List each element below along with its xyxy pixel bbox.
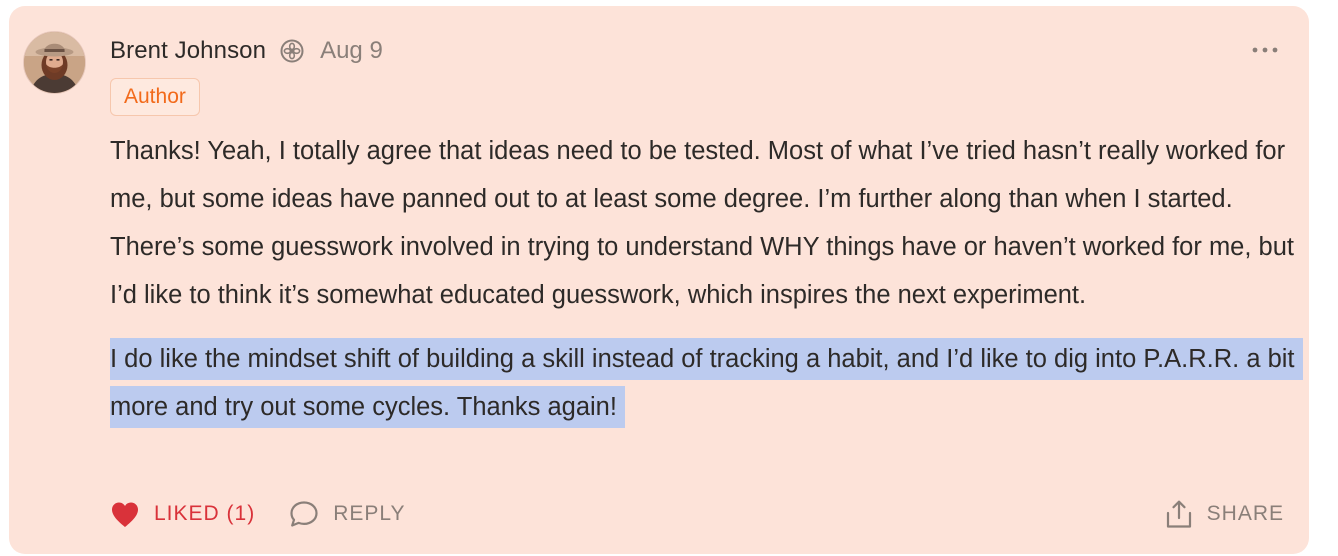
avatar-photo xyxy=(24,32,85,93)
comment-date[interactable]: Aug 9 xyxy=(320,37,383,65)
share-icon xyxy=(1165,499,1193,529)
share-label: SHARE xyxy=(1206,502,1284,525)
like-label: LIKED (1) xyxy=(154,502,256,525)
heart-icon xyxy=(110,501,140,528)
more-options-button[interactable] xyxy=(1251,40,1279,60)
more-horizontal-icon xyxy=(1252,47,1278,53)
reply-button[interactable]: REPLY xyxy=(289,500,405,528)
comment-meta: Brent Johnson Aug 9 xyxy=(110,36,383,66)
selected-text: I do like the mindset shift of building … xyxy=(110,338,1303,428)
author-name[interactable]: Brent Johnson xyxy=(110,37,266,65)
comment-paragraph-selected: I do like the mindset shift of building … xyxy=(110,335,1303,431)
founding-member-badge-icon xyxy=(280,39,304,63)
author-tag: Author xyxy=(110,78,200,116)
comment-actions: LIKED (1) REPLY SHARE xyxy=(110,496,1284,532)
comment-card: Brent Johnson Aug 9 Author Thanks! Yeah, xyxy=(9,6,1309,554)
comment-paragraph: Thanks! Yeah, I totally agree that ideas… xyxy=(110,137,1294,309)
reply-label: REPLY xyxy=(333,502,406,525)
share-button[interactable]: SHARE xyxy=(1165,499,1284,529)
comment-bubble-icon xyxy=(289,500,319,528)
like-button[interactable]: LIKED (1) xyxy=(110,501,255,528)
avatar[interactable] xyxy=(23,31,86,94)
comment-body: Thanks! Yeah, I totally agree that ideas… xyxy=(110,127,1303,431)
